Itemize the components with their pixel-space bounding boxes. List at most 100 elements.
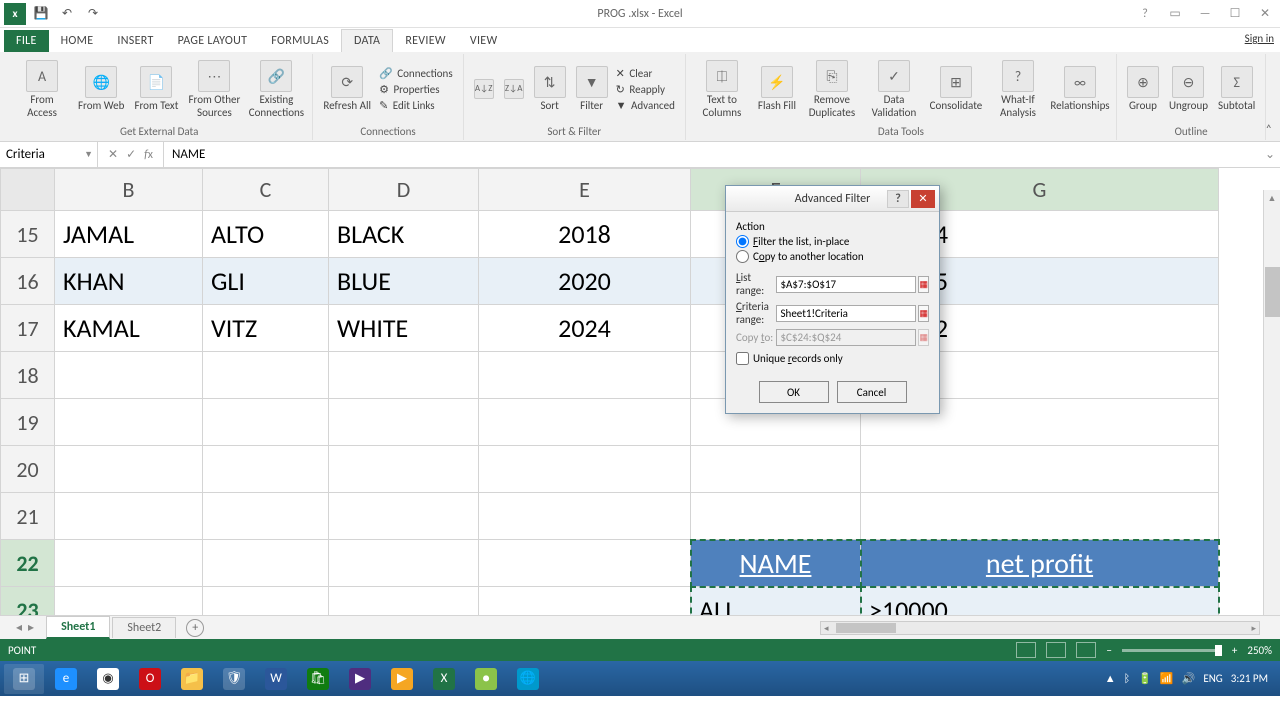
range-picker-icon[interactable]: ▦ — [918, 305, 929, 322]
criteria-header-cell[interactable]: net profit — [861, 540, 1219, 587]
cell[interactable]: ALTO — [203, 211, 329, 258]
zoom-out-icon[interactable]: − — [1106, 644, 1111, 657]
sort-button[interactable]: ⇅Sort — [530, 64, 570, 114]
word-icon[interactable]: W — [256, 664, 296, 694]
media-icon[interactable]: ▶ — [382, 664, 422, 694]
tab-data[interactable]: DATA — [341, 29, 393, 53]
normal-view-icon[interactable] — [1016, 642, 1036, 658]
sort-za-button[interactable]: Z↓A — [500, 77, 528, 103]
consolidate-button[interactable]: ⊞Consolidate — [926, 64, 986, 114]
row-header[interactable]: 16 — [1, 258, 55, 305]
cell[interactable]: KHAN — [55, 258, 203, 305]
cell[interactable]: 2018 — [479, 211, 691, 258]
unique-records-checkbox[interactable]: Unique records only — [736, 352, 929, 365]
fx-icon[interactable]: fx — [144, 148, 153, 162]
cancel-formula-icon[interactable]: ✕ — [108, 147, 118, 162]
minimize-icon[interactable]: — — [1194, 3, 1216, 25]
start-button[interactable]: ⊞ — [4, 664, 44, 694]
store-icon[interactable]: 🛍 — [298, 664, 338, 694]
tray-expand-icon[interactable]: ▲ — [1105, 672, 1116, 685]
row-header[interactable]: 15 — [1, 211, 55, 258]
clock[interactable]: 3:21 PM — [1231, 672, 1268, 685]
zoom-level[interactable]: 250% — [1247, 644, 1272, 657]
formula-bar[interactable] — [164, 142, 1260, 167]
sheet-next-icon[interactable]: ▸ — [28, 620, 34, 635]
tab-page-layout[interactable]: PAGE LAYOUT — [166, 30, 260, 52]
spreadsheet-grid[interactable]: B C D E F G 15 JAMAL ALTO BLACK 2018 132… — [0, 168, 1280, 615]
network-icon[interactable]: 📶 — [1160, 672, 1174, 685]
from-other-button[interactable]: ⋯From Other Sources — [184, 58, 244, 120]
recorder-icon[interactable]: ● — [466, 664, 506, 694]
col-header[interactable]: E — [479, 169, 691, 211]
relationships-button[interactable]: ∞Relationships — [1050, 64, 1110, 114]
row-header[interactable]: 23 — [1, 587, 55, 616]
chrome-icon[interactable]: ◉ — [88, 664, 128, 694]
list-range-input[interactable] — [776, 276, 916, 293]
reapply-button[interactable]: ↻ Reapply — [614, 82, 679, 97]
tab-review[interactable]: REVIEW — [393, 30, 458, 52]
close-icon[interactable]: ✕ — [1254, 3, 1276, 25]
battery-icon[interactable]: 🔋 — [1138, 672, 1152, 685]
edit-links-button[interactable]: ✎ Edit Links — [377, 98, 457, 113]
expand-formula-icon[interactable]: ⌄ — [1260, 142, 1280, 167]
vertical-scrollbar[interactable]: ▲ ▼ — [1263, 190, 1280, 637]
cell[interactable]: KAMAL — [55, 305, 203, 352]
excel-taskbar-icon[interactable]: X — [424, 664, 464, 694]
zoom-in-icon[interactable]: + — [1232, 644, 1237, 657]
cell[interactable]: BLUE — [329, 258, 479, 305]
bluetooth-icon[interactable]: ᛒ — [1124, 672, 1131, 685]
page-layout-view-icon[interactable] — [1046, 642, 1066, 658]
horizontal-scrollbar[interactable]: ◂ ▸ — [820, 621, 1260, 635]
ie-icon[interactable]: e — [46, 664, 86, 694]
row-header[interactable]: 17 — [1, 305, 55, 352]
redo-icon[interactable]: ↷ — [82, 3, 104, 25]
dialog-close-icon[interactable]: ✕ — [911, 190, 935, 208]
col-header[interactable]: C — [203, 169, 329, 211]
tab-view[interactable]: VIEW — [458, 30, 510, 52]
ribbon-options-icon[interactable]: ▭ — [1164, 3, 1186, 25]
cell[interactable]: 2024 — [479, 305, 691, 352]
cell[interactable]: GLI — [203, 258, 329, 305]
row-header[interactable]: 20 — [1, 446, 55, 493]
add-sheet-icon[interactable]: + — [186, 619, 204, 637]
undo-icon[interactable]: ↶ — [56, 3, 78, 25]
advanced-button[interactable]: ▼ Advanced — [614, 98, 679, 113]
language-indicator[interactable]: ENG — [1203, 672, 1222, 685]
app-icon[interactable]: ▶ — [340, 664, 380, 694]
properties-button[interactable]: ⚙ Properties — [377, 82, 457, 97]
tab-file[interactable]: FILE — [4, 30, 49, 52]
existing-connections-button[interactable]: 🔗Existing Connections — [246, 58, 306, 120]
select-all-corner[interactable] — [1, 169, 55, 211]
criteria-range-input[interactable] — [776, 305, 916, 322]
row-header[interactable]: 22 — [1, 540, 55, 587]
name-box-input[interactable] — [6, 147, 91, 162]
ok-button[interactable]: OK — [759, 381, 829, 403]
explorer-icon[interactable]: 📁 — [172, 664, 212, 694]
row-header[interactable]: 21 — [1, 493, 55, 540]
subtotal-button[interactable]: ΣSubtotal — [1214, 64, 1259, 114]
col-header[interactable]: D — [329, 169, 479, 211]
cancel-button[interactable]: Cancel — [837, 381, 907, 403]
collapse-ribbon-icon[interactable]: ˄ — [1266, 123, 1272, 137]
tab-home[interactable]: HOME — [49, 30, 106, 52]
data-validation-button[interactable]: ✓Data Validation — [864, 58, 924, 120]
browser-icon[interactable]: 🌐 — [508, 664, 548, 694]
criteria-cell[interactable]: ALI — [691, 587, 861, 616]
cell[interactable]: JAMAL — [55, 211, 203, 258]
help-icon[interactable]: ? — [1134, 3, 1156, 25]
criteria-header-cell[interactable]: NAME — [691, 540, 861, 587]
from-access-button[interactable]: AFrom Access — [12, 58, 72, 120]
tab-insert[interactable]: INSERT — [105, 30, 165, 52]
formula-input[interactable] — [172, 147, 1252, 162]
copy-location-radio[interactable]: Copy to another location — [736, 250, 929, 263]
refresh-all-button[interactable]: ⟳Refresh All — [319, 64, 375, 114]
cell[interactable]: WHITE — [329, 305, 479, 352]
what-if-button[interactable]: ?What-If Analysis — [988, 58, 1048, 120]
maximize-icon[interactable]: ☐ — [1224, 3, 1246, 25]
tab-formulas[interactable]: FORMULAS — [259, 30, 341, 52]
row-header[interactable]: 18 — [1, 352, 55, 399]
name-box[interactable]: ▼ — [0, 142, 98, 167]
scroll-thumb[interactable] — [1265, 267, 1280, 317]
text-to-columns-button[interactable]: ⎅Text to Columns — [692, 58, 752, 120]
filter-inplace-radio[interactable]: Filter the list, in-place — [736, 235, 929, 248]
